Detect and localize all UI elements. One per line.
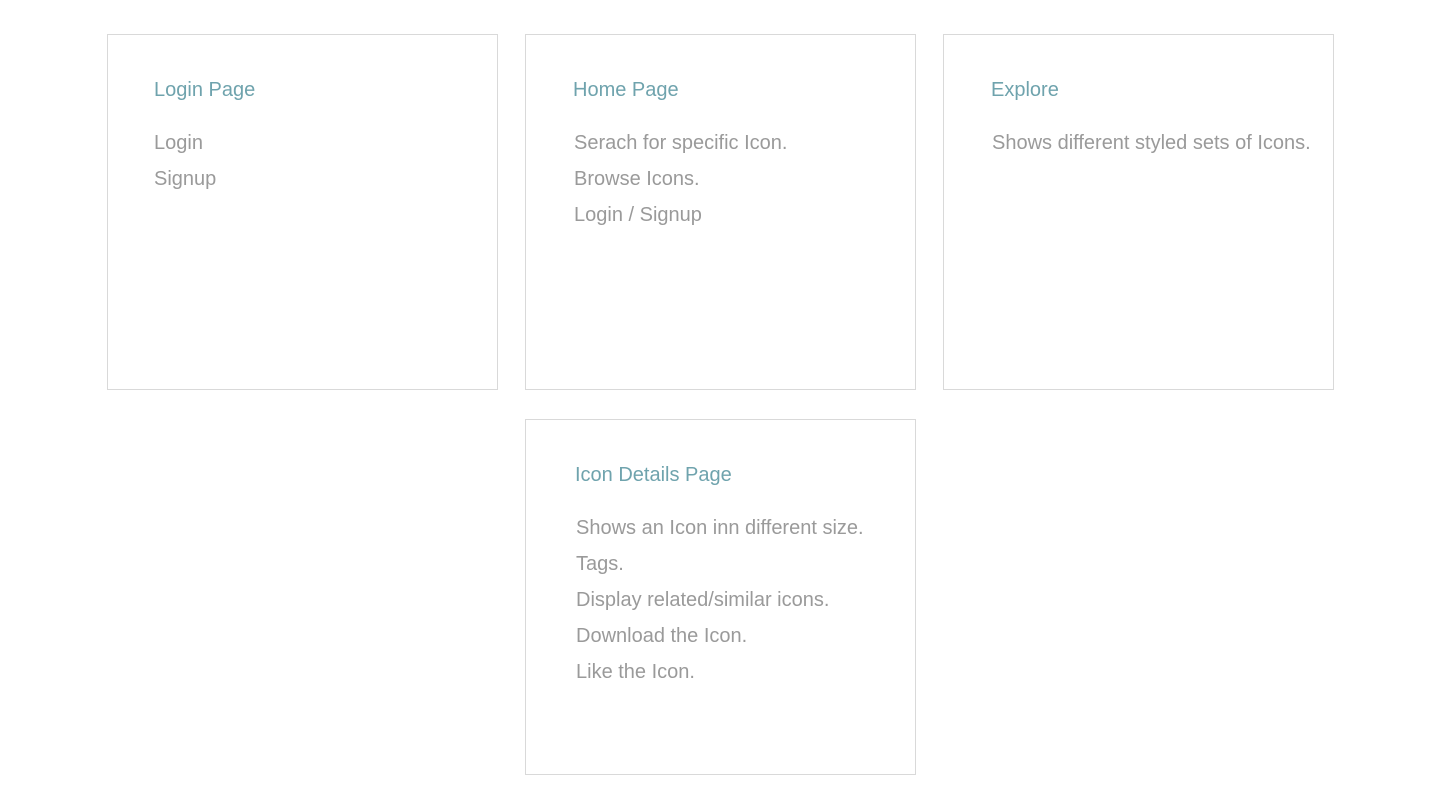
list-item: Shows different styled sets of Icons. [992,132,1311,154]
list-item: Display related/similar icons. [576,589,830,611]
card-home-page: Home Page Serach for specific Icon. Brow… [525,34,916,390]
list-item: Serach for specific Icon. [574,132,788,154]
list-item: Like the Icon. [576,661,695,683]
list-item: Browse Icons. [574,168,700,190]
card-feature-list: Shows an Icon inn different size. Tags. … [576,510,864,690]
card-title: Home Page [573,79,679,101]
card-icon-details-page: Icon Details Page Shows an Icon inn diff… [525,419,916,775]
page-canvas: Login Page Login Signup Home Page Serach… [0,0,1440,810]
list-item: Tags. [576,553,624,575]
card-feature-list: Shows different styled sets of Icons. [992,125,1311,161]
list-item: Shows an Icon inn different size. [576,517,864,539]
card-explore: Explore Shows different styled sets of I… [943,34,1334,390]
card-feature-list: Serach for specific Icon. Browse Icons. … [574,125,787,233]
card-feature-list: Login Signup [154,125,216,197]
card-title: Explore [991,79,1059,101]
list-item: Login [154,132,203,154]
card-title: Login Page [154,79,256,101]
card-login-page: Login Page Login Signup [107,34,498,390]
list-item: Signup [154,168,217,190]
list-item: Download the Icon. [576,625,748,647]
card-title: Icon Details Page [575,464,732,486]
list-item: Login / Signup [574,204,702,226]
